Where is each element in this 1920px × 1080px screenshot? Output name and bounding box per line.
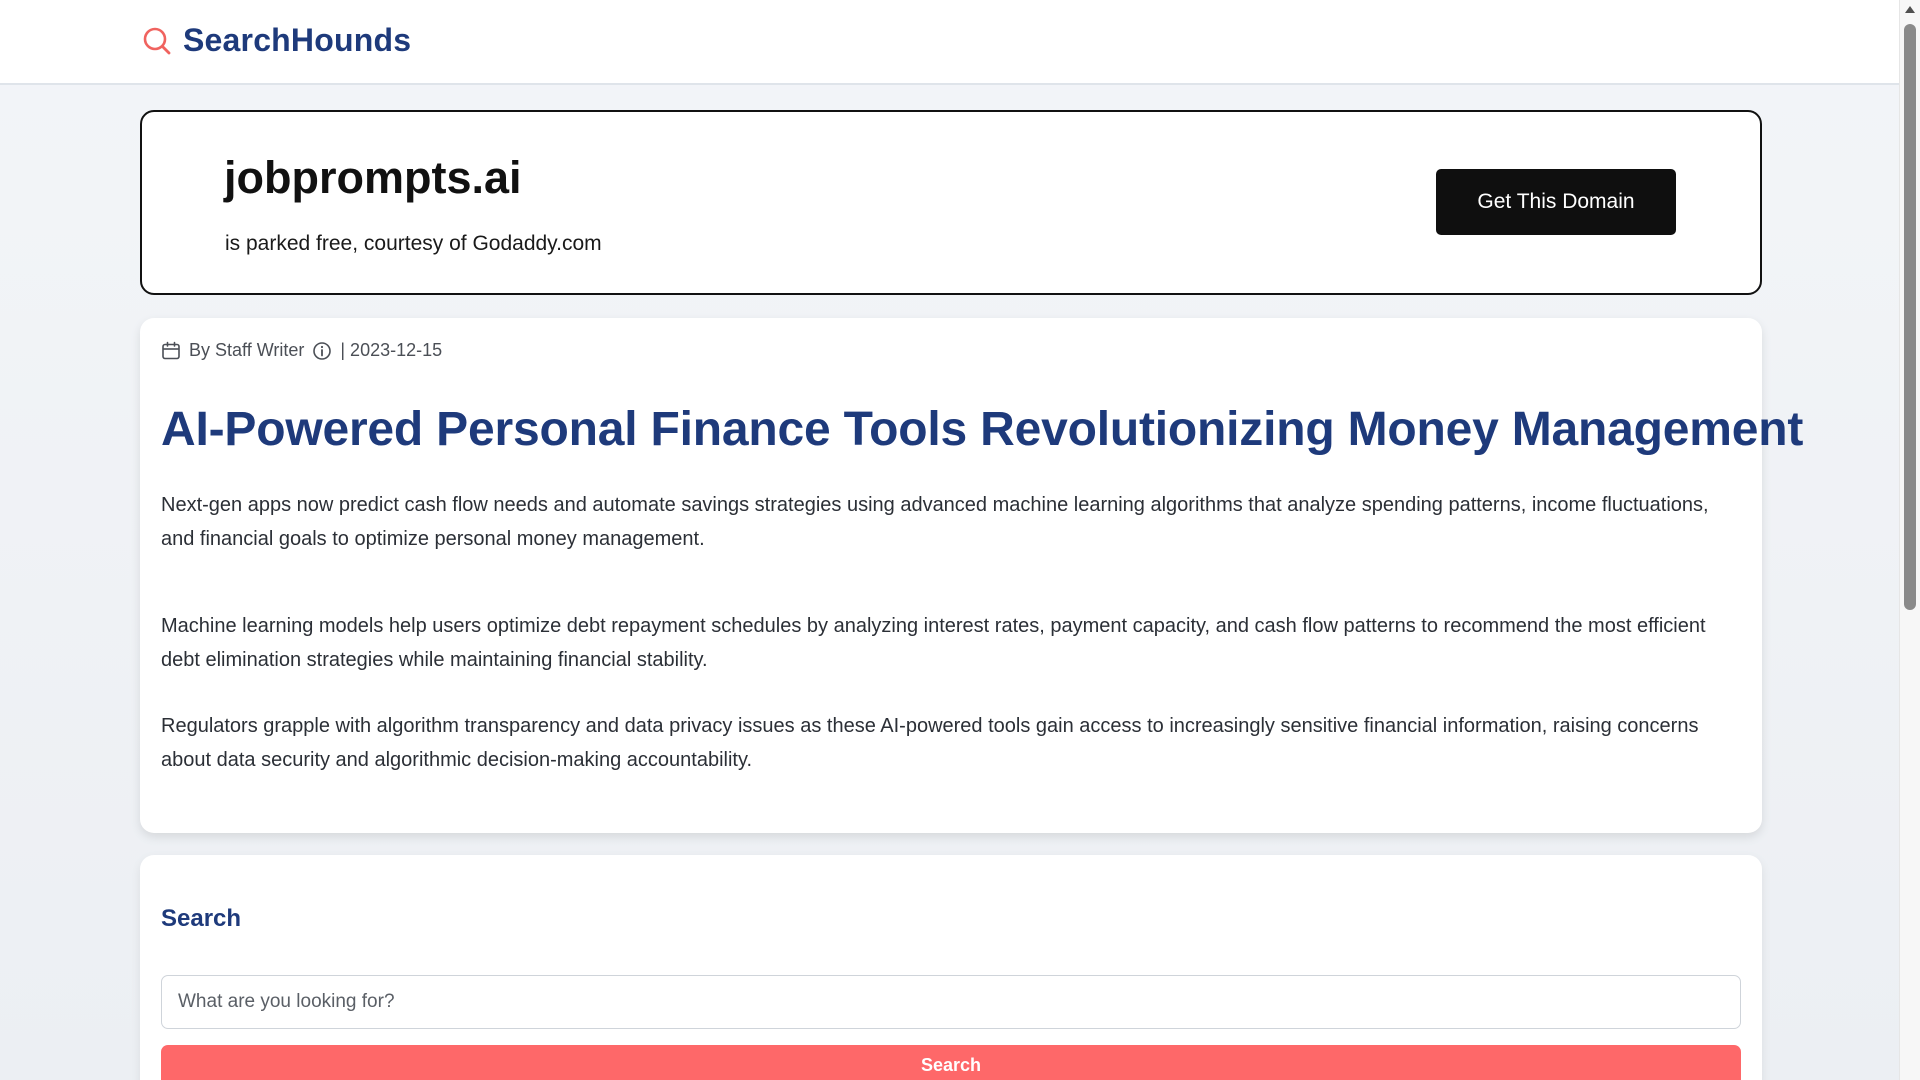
domain-name: jobprompts.ai bbox=[224, 152, 522, 203]
info-icon[interactable] bbox=[312, 341, 332, 361]
domain-parked-banner: jobprompts.ai is parked free, courtesy o… bbox=[140, 110, 1762, 295]
calendar-icon bbox=[162, 341, 180, 359]
brand-logo[interactable]: SearchHounds bbox=[141, 22, 411, 59]
brand-name: SearchHounds bbox=[183, 22, 412, 58]
scroll-up-arrow-icon[interactable] bbox=[1905, 6, 1915, 13]
article-paragraph: Next-gen apps now predict cash flow need… bbox=[161, 494, 1709, 550]
get-this-domain-button[interactable]: Get This Domain bbox=[1436, 169, 1676, 235]
article-card: By Staff Writer | 2023-12-15 AI-Powered … bbox=[140, 318, 1803, 833]
search-section-title: Search bbox=[161, 905, 242, 932]
top-navigation-bar: SearchHounds bbox=[0, 0, 1900, 85]
article-author: By Staff Writer bbox=[189, 340, 305, 360]
search-card: Search Search bbox=[140, 855, 1762, 1080]
search-button[interactable]: Search bbox=[161, 1045, 1741, 1080]
article-paragraph: Regulators grapple with algorithm transp… bbox=[161, 715, 1699, 771]
vertical-scrollbar[interactable] bbox=[1899, 0, 1920, 1080]
article-date: | 2023-12-15 bbox=[340, 340, 443, 360]
article-headline: AI-Powered Personal Finance Tools Revolu… bbox=[161, 403, 1804, 456]
domain-parked-subtitle: is parked free, courtesy of Godaddy.com bbox=[225, 232, 602, 255]
article-meta: By Staff Writer | 2023-12-15 bbox=[161, 340, 442, 361]
search-icon bbox=[143, 27, 171, 54]
scrollbar-thumb[interactable] bbox=[1904, 24, 1916, 610]
search-input[interactable] bbox=[161, 975, 1741, 1029]
article-paragraph: Machine learning models help users optim… bbox=[161, 615, 1706, 671]
